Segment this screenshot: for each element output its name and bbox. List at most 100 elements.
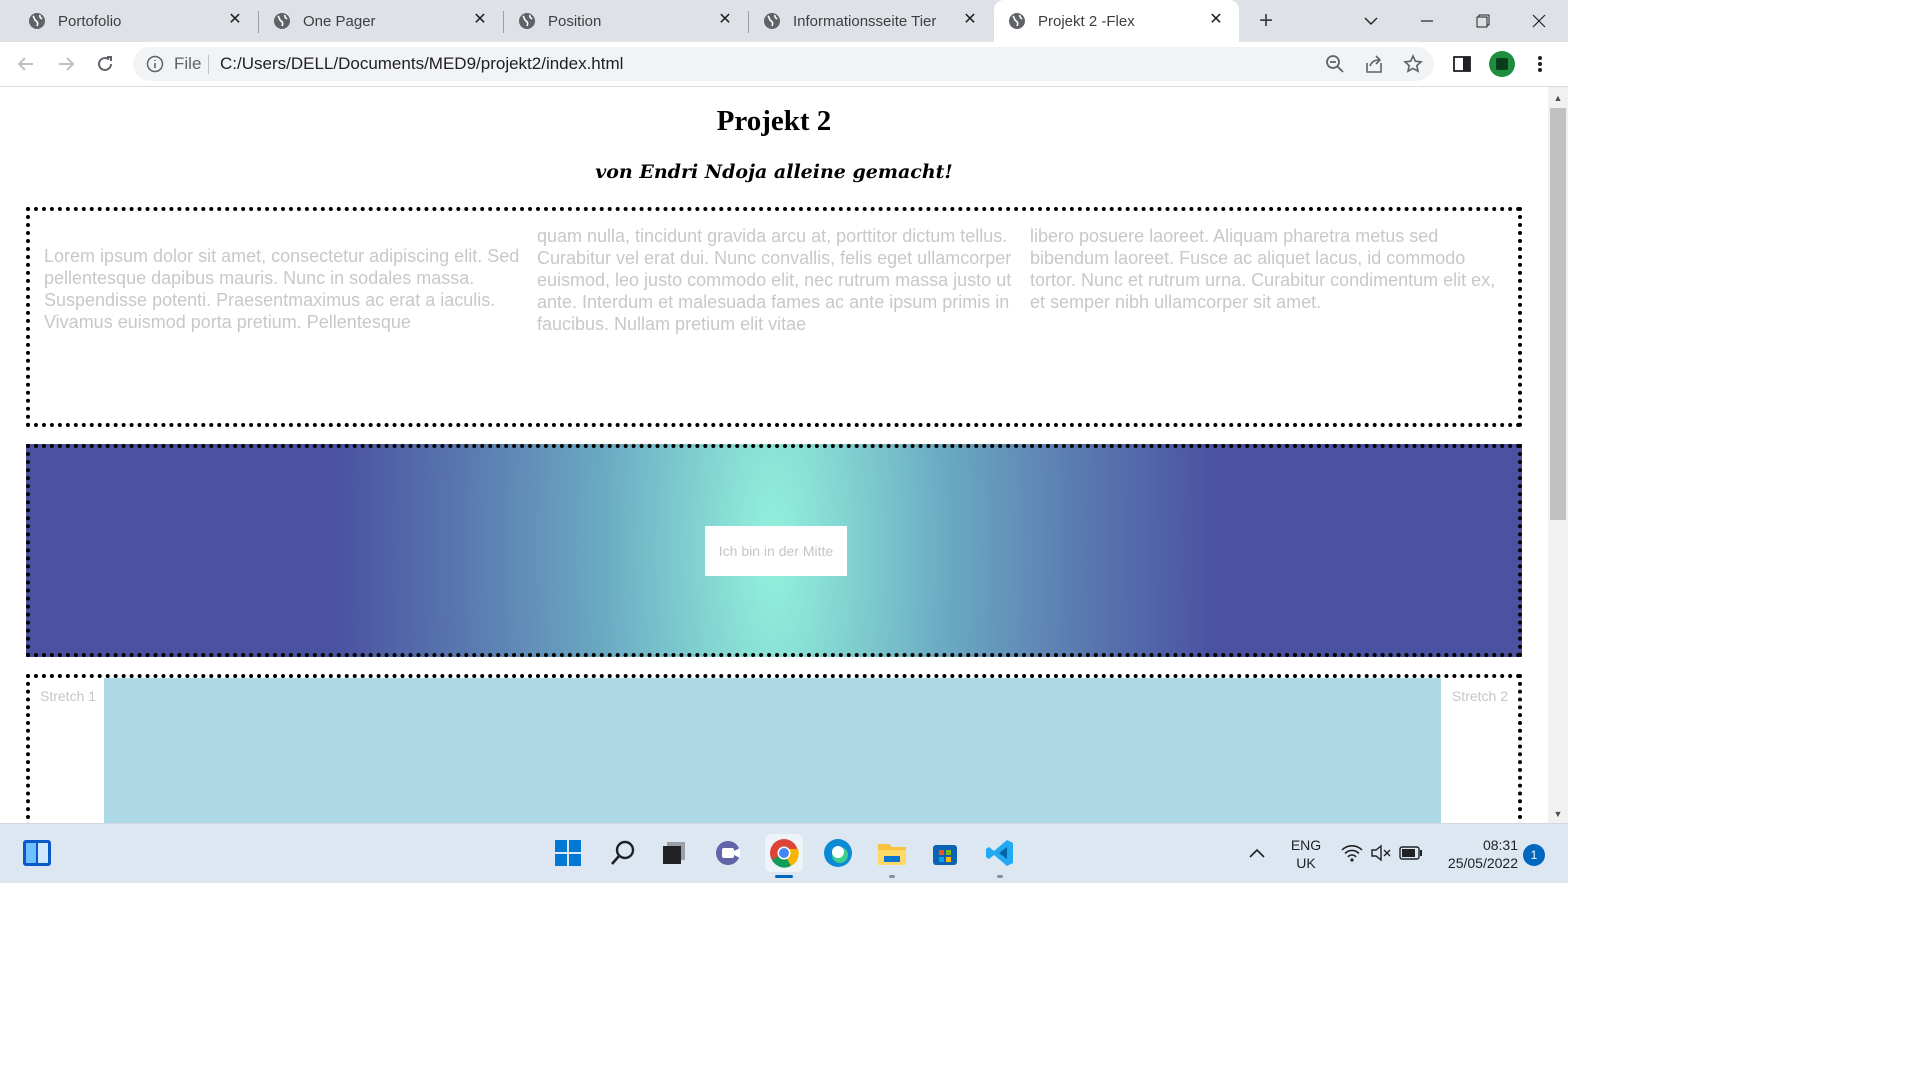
store-button[interactable] bbox=[926, 834, 964, 872]
scroll-down-arrow-icon[interactable]: ▼ bbox=[1552, 808, 1564, 820]
chat-button[interactable] bbox=[711, 834, 749, 872]
edge-icon bbox=[824, 839, 852, 867]
chevron-up-icon bbox=[1249, 848, 1265, 858]
running-indicator bbox=[775, 875, 793, 878]
tab-one-pager[interactable]: One Pager ✕ bbox=[259, 0, 503, 42]
forward-button[interactable] bbox=[54, 52, 78, 76]
tab-portofolio[interactable]: Portofolio ✕ bbox=[14, 0, 258, 42]
chrome-icon bbox=[770, 839, 799, 868]
battery-button[interactable] bbox=[1397, 834, 1425, 872]
close-tab-icon[interactable]: ✕ bbox=[226, 11, 244, 29]
scroll-up-arrow-icon[interactable]: ▲ bbox=[1552, 92, 1564, 104]
restore-button[interactable] bbox=[1458, 0, 1508, 42]
back-button[interactable] bbox=[14, 52, 38, 76]
zoom-button[interactable] bbox=[1323, 52, 1347, 76]
tab-search-button[interactable] bbox=[1346, 0, 1396, 42]
close-tab-icon[interactable]: ✕ bbox=[716, 11, 734, 29]
clock-date: 25/05/2022 bbox=[1447, 855, 1518, 871]
minimize-button[interactable] bbox=[1402, 0, 1452, 42]
tab-label: One Pager bbox=[303, 12, 376, 30]
info-icon[interactable] bbox=[146, 55, 164, 73]
wifi-icon bbox=[1341, 845, 1363, 862]
globe-icon bbox=[29, 13, 45, 29]
bookmark-button[interactable] bbox=[1401, 52, 1425, 76]
text-columns-box: Lorem ipsum dolor sit amet, consectetur … bbox=[26, 207, 1522, 427]
language-region: UK bbox=[1296, 855, 1316, 871]
chevron-down-icon bbox=[1364, 17, 1378, 25]
close-tab-icon[interactable]: ✕ bbox=[961, 11, 979, 29]
text-column-2: quam nulla, tincidunt gravida arcu at, p… bbox=[537, 226, 1012, 334]
running-indicator bbox=[889, 875, 895, 878]
tray-overflow-button[interactable] bbox=[1245, 834, 1269, 872]
language-indicator[interactable]: ENG UK bbox=[1286, 836, 1326, 872]
share-icon bbox=[1366, 55, 1382, 73]
close-icon bbox=[1532, 14, 1546, 28]
stretch-2-label: Stretch 2 bbox=[1451, 688, 1508, 704]
chrome-button[interactable] bbox=[765, 834, 803, 878]
zoom-out-icon bbox=[1326, 55, 1344, 73]
edge-button[interactable] bbox=[819, 834, 857, 872]
search-icon bbox=[611, 840, 635, 865]
stretch-box: Stretch 1 Stretch 2 bbox=[26, 674, 1522, 823]
side-panel-button[interactable] bbox=[1450, 52, 1474, 76]
volume-button[interactable] bbox=[1367, 834, 1395, 872]
widgets-icon bbox=[23, 840, 51, 866]
tab-label: Projekt 2 -Flex bbox=[1038, 12, 1135, 30]
close-window-button[interactable] bbox=[1514, 0, 1564, 42]
notification-badge[interactable]: 1 bbox=[1523, 844, 1545, 866]
search-button[interactable] bbox=[604, 834, 642, 872]
clock[interactable]: 08:31 25/05/2022 bbox=[1436, 836, 1518, 872]
tab-label: Informationsseite Tier bbox=[793, 12, 937, 30]
battery-icon bbox=[1399, 846, 1422, 860]
text-column-1: Lorem ipsum dolor sit amet, consectetur … bbox=[44, 246, 520, 332]
task-view-button[interactable] bbox=[655, 834, 693, 872]
page-viewport: Projekt 2 von Endri Ndoja alleine gemach… bbox=[0, 87, 1548, 823]
menu-button[interactable] bbox=[1528, 52, 1552, 76]
scrollbar-thumb[interactable] bbox=[1550, 108, 1566, 520]
text-column-3: libero posuere laoreet. Aliquam pharetra… bbox=[1030, 226, 1496, 312]
arrow-right-icon bbox=[59, 57, 75, 71]
centered-label: Ich bin in der Mitte bbox=[705, 526, 847, 576]
widgets-button[interactable] bbox=[18, 834, 56, 872]
side-panel-icon bbox=[1453, 56, 1471, 72]
close-tab-icon[interactable]: ✕ bbox=[1207, 11, 1225, 29]
arrow-left-icon bbox=[17, 57, 33, 71]
clock-time: 08:31 bbox=[1482, 837, 1518, 853]
tab-label: Portofolio bbox=[58, 12, 122, 30]
store-icon bbox=[933, 845, 957, 865]
volume-muted-icon bbox=[1371, 844, 1391, 862]
profile-avatar[interactable] bbox=[1489, 51, 1515, 77]
new-tab-button[interactable]: + bbox=[1252, 7, 1280, 35]
url-text[interactable]: C:/Users/DELL/Documents/MED9/projekt2/in… bbox=[220, 54, 623, 74]
wifi-button[interactable] bbox=[1338, 834, 1366, 872]
tab-position[interactable]: Position ✕ bbox=[504, 0, 748, 42]
browser-toolbar: File C:/Users/DELL/Documents/MED9/projek… bbox=[0, 42, 1568, 87]
page-title: Projekt 2 bbox=[716, 105, 832, 137]
language-code: ENG bbox=[1290, 837, 1322, 853]
vscode-button[interactable] bbox=[981, 834, 1019, 878]
tab-projekt-2-flex[interactable]: Projekt 2 -Flex ✕ bbox=[994, 0, 1239, 42]
windows-taskbar: ENG UK 08:31 25/05/2022 1 bbox=[0, 823, 1568, 883]
file-explorer-button[interactable] bbox=[873, 834, 911, 878]
omnibox-divider bbox=[208, 55, 209, 74]
tab-informationsseite-tier[interactable]: Informationsseite Tier ✕ bbox=[749, 0, 993, 42]
restore-icon bbox=[1476, 14, 1490, 28]
stretch-middle-panel bbox=[104, 678, 1441, 823]
globe-icon bbox=[764, 13, 780, 29]
start-button[interactable] bbox=[549, 834, 587, 872]
stretch-1-label: Stretch 1 bbox=[40, 688, 97, 704]
star-icon bbox=[1403, 54, 1423, 73]
chat-icon bbox=[716, 841, 740, 865]
scheme-label: File bbox=[174, 54, 202, 73]
page-subtitle: von Endri Ndoja alleine gemacht! bbox=[595, 161, 953, 183]
gradient-center-box: Ich bin in der Mitte bbox=[26, 444, 1522, 657]
kebab-menu-icon bbox=[1538, 56, 1542, 72]
share-button[interactable] bbox=[1362, 52, 1386, 76]
tab-strip: Portofolio ✕ One Pager ✕ Position ✕ Info… bbox=[0, 0, 1568, 42]
address-bar[interactable]: File C:/Users/DELL/Documents/MED9/projek… bbox=[133, 47, 1434, 81]
start-icon bbox=[555, 840, 581, 866]
reload-button[interactable] bbox=[93, 52, 117, 76]
globe-icon bbox=[519, 13, 535, 29]
close-tab-icon[interactable]: ✕ bbox=[471, 11, 489, 29]
task-view-icon bbox=[663, 842, 685, 864]
